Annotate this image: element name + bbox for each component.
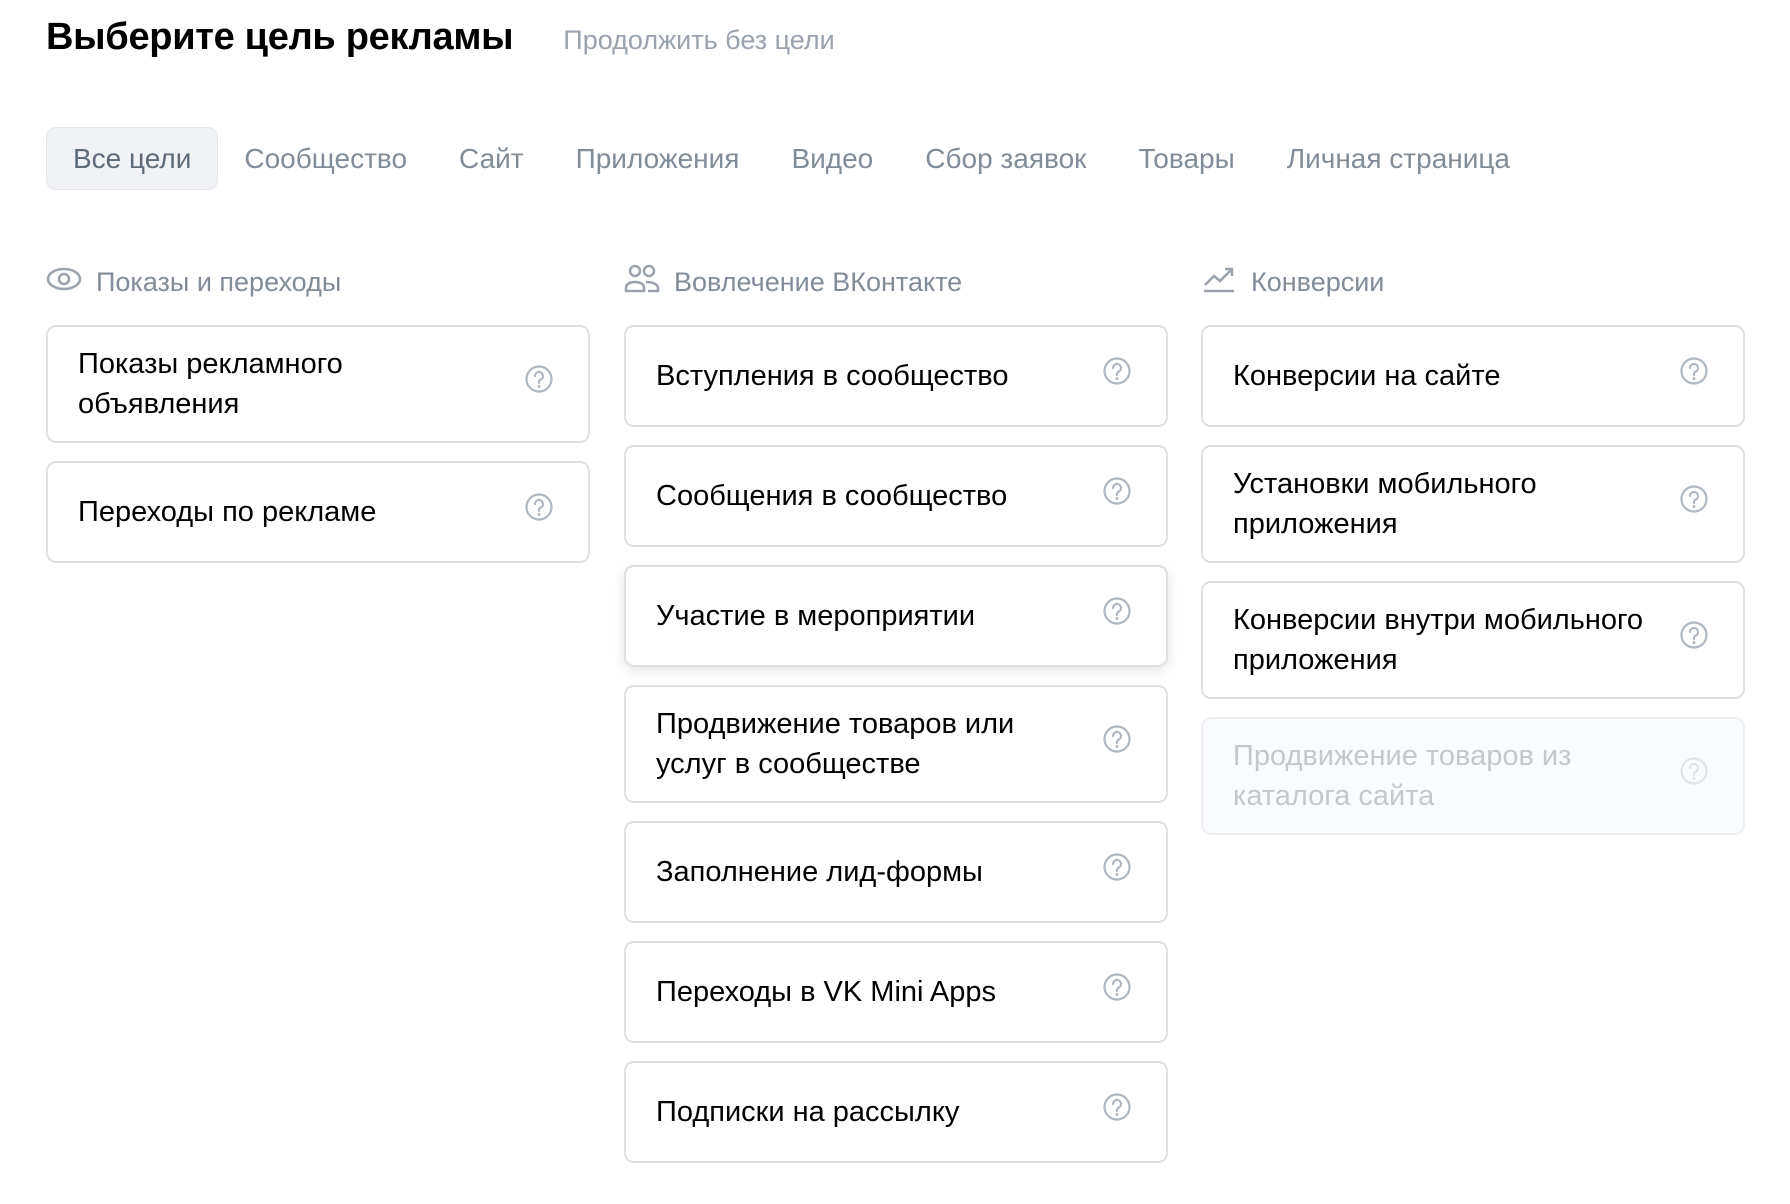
section-title: Показы и переходы (96, 266, 342, 297)
goal-card[interactable]: Вступления в сообщество (624, 325, 1168, 427)
help-icon[interactable] (524, 492, 558, 533)
goal-card-label: Установки мобильного приложения (1233, 468, 1537, 540)
section-title: Конверсии (1251, 266, 1385, 297)
goal-card-label: Конверсии на сайте (1233, 360, 1501, 392)
tab-site[interactable]: Сайт (433, 127, 550, 190)
goal-card[interactable]: Продвижение товаров или услуг в сообщест… (624, 685, 1168, 803)
section-conversions: Конверсии Конверсии на сайте Установки мо… (1201, 262, 1745, 835)
goal-card[interactable]: Сообщения в сообщество (624, 445, 1168, 547)
goal-card[interactable]: Подписки на рассылку (624, 1061, 1168, 1163)
help-icon[interactable] (1679, 484, 1713, 525)
help-icon[interactable] (1102, 356, 1136, 397)
users-icon (624, 264, 660, 301)
goal-card-label: Переходы в VK Mini Apps (656, 976, 997, 1008)
goal-card[interactable]: Заполнение лид-формы (624, 821, 1168, 923)
help-icon[interactable] (1102, 972, 1136, 1013)
help-icon[interactable] (1102, 1092, 1136, 1133)
goal-tabs: Все цели Сообщество Сайт Приложения Виде… (46, 127, 1536, 190)
goal-card-label: Продвижение товаров из каталога сайта (1233, 740, 1572, 812)
goal-card-label: Подписки на рассылку (656, 1096, 960, 1128)
goal-card[interactable]: Переходы в VK Mini Apps (624, 941, 1168, 1043)
help-icon[interactable] (1102, 596, 1136, 637)
goal-card[interactable]: Показы рекламного объявления (46, 325, 590, 443)
tab-video[interactable]: Видео (765, 127, 899, 190)
goal-card: Продвижение товаров из каталога сайта (1201, 717, 1745, 835)
goal-card-label: Переходы по рекламе (78, 496, 377, 528)
goal-card-label: Продвижение товаров или услуг в сообщест… (656, 708, 1015, 780)
section-engagement: Вовлечение ВКонтакте Вступления в сообще… (624, 262, 1168, 1163)
help-icon[interactable] (524, 364, 558, 405)
goal-card-label: Конверсии внутри мобильного приложения (1233, 604, 1644, 676)
goal-card[interactable]: Переходы по рекламе (46, 461, 590, 563)
goal-card-label: Вступления в сообщество (656, 360, 1009, 392)
goal-card-label: Участие в мероприятии (656, 600, 976, 632)
tab-personal-page[interactable]: Личная страница (1261, 127, 1536, 190)
tab-products[interactable]: Товары (1112, 127, 1260, 190)
tab-apps[interactable]: Приложения (550, 127, 766, 190)
trend-up-icon (1201, 264, 1237, 301)
eye-icon (46, 264, 82, 301)
goal-card[interactable]: Установки мобильного приложения (1201, 445, 1745, 563)
goal-card-label: Показы рекламного объявления (78, 348, 343, 420)
section-impressions: Показы и переходы Показы рекламного объя… (46, 262, 590, 563)
goal-card[interactable]: Конверсии на сайте (1201, 325, 1745, 427)
tab-leads[interactable]: Сбор заявок (899, 127, 1112, 190)
goal-card[interactable]: Участие в мероприятии (624, 565, 1168, 667)
section-title: Вовлечение ВКонтакте (674, 266, 963, 297)
help-icon[interactable] (1679, 356, 1713, 397)
help-icon[interactable] (1679, 620, 1713, 661)
continue-without-goal-link[interactable]: Продолжить без цели (563, 25, 834, 56)
help-icon[interactable] (1102, 724, 1136, 765)
help-icon[interactable] (1679, 756, 1713, 797)
header: Выберите цель рекламы Продолжить без цел… (46, 16, 835, 59)
goal-card-label: Сообщения в сообщество (656, 480, 1008, 512)
help-icon[interactable] (1102, 476, 1136, 517)
goal-card-label: Заполнение лид-формы (656, 856, 983, 888)
tab-community[interactable]: Сообщество (218, 127, 433, 190)
tab-all[interactable]: Все цели (46, 127, 219, 190)
page-title: Выберите цель рекламы (46, 16, 514, 58)
help-icon[interactable] (1102, 852, 1136, 893)
goal-card[interactable]: Конверсии внутри мобильного приложения (1201, 581, 1745, 699)
